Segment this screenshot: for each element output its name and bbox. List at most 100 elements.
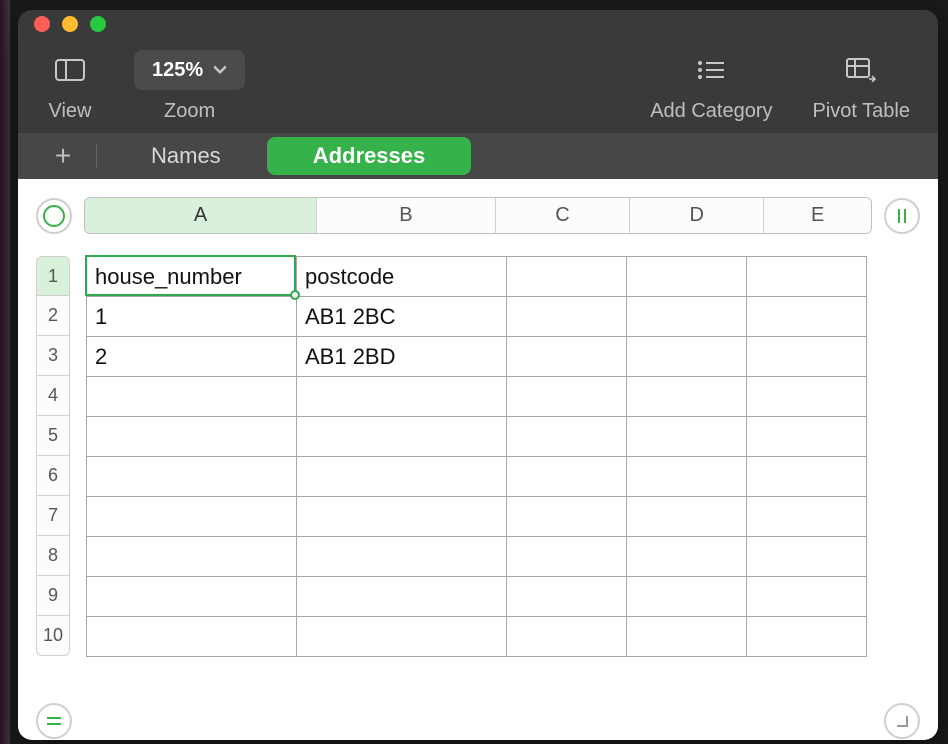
cell-E10[interactable] [747,617,867,657]
zoom-label: Zoom [164,100,215,123]
rows-icon [46,715,62,727]
cell-B1[interactable]: postcode [297,257,507,297]
corner-icon [893,712,911,730]
columns-icon [895,208,909,224]
tab-addresses[interactable]: Addresses [267,137,472,175]
window-close-button[interactable] [34,16,50,32]
pivot-label: Pivot Table [813,100,910,123]
cell-A8[interactable] [87,537,297,577]
cell-E1[interactable] [747,257,867,297]
cell-D10[interactable] [627,617,747,657]
view-label: View [49,100,92,123]
cell-D2[interactable] [627,297,747,337]
pivot-icon [846,58,876,82]
row-header-3[interactable]: 3 [36,336,70,376]
row-header-1[interactable]: 1 [36,256,70,296]
cell-C10[interactable] [507,617,627,657]
tab-separator [96,144,97,168]
cell-B10[interactable] [297,617,507,657]
row-header-10[interactable]: 10 [36,616,70,656]
cell-C7[interactable] [507,497,627,537]
row-header-6[interactable]: 6 [36,456,70,496]
add-sheet-button[interactable]: + [38,133,88,179]
view-button[interactable] [46,50,94,90]
cell-B7[interactable] [297,497,507,537]
chevron-down-icon [213,63,227,77]
cell-A5[interactable] [87,417,297,457]
cell-B5[interactable] [297,417,507,457]
cell-A4[interactable] [87,377,297,417]
cell-E2[interactable] [747,297,867,337]
row-header-7[interactable]: 7 [36,496,70,536]
cell-A3[interactable]: 2 [87,337,297,377]
cell-B2[interactable]: AB1 2BC [297,297,507,337]
cell-D1[interactable] [627,257,747,297]
cell-A1[interactable]: house_number [87,257,297,297]
tab-addresses-label: Addresses [313,143,426,169]
cell-C8[interactable] [507,537,627,577]
cells-grid: house_number postcode 1 AB1 2BC [86,256,867,657]
cell-D5[interactable] [627,417,747,457]
cell-B4[interactable] [297,377,507,417]
add-category-button[interactable] [687,50,735,90]
col-header-E[interactable]: E [764,198,871,233]
zoom-value: 125% [152,59,203,82]
cell-E5[interactable] [747,417,867,457]
cell-C3[interactable] [507,337,627,377]
resize-handle[interactable] [884,703,920,739]
cell-A7[interactable] [87,497,297,537]
tab-names-label: Names [151,143,221,169]
row-header-4[interactable]: 4 [36,376,70,416]
row-header-5[interactable]: 5 [36,416,70,456]
cell-B3[interactable]: AB1 2BD [297,337,507,377]
cell-C2[interactable] [507,297,627,337]
col-header-D[interactable]: D [630,198,764,233]
table-handle-origin[interactable] [36,198,72,234]
app-window: View 125% Zoom Add Category [18,10,938,740]
selection-handle[interactable] [290,290,300,300]
cell-A10[interactable] [87,617,297,657]
add-row-button[interactable] [36,703,72,739]
cell-D8[interactable] [627,537,747,577]
cell-C5[interactable] [507,417,627,457]
cell-A6[interactable] [87,457,297,497]
tab-names[interactable]: Names [105,133,267,179]
cell-D7[interactable] [627,497,747,537]
row-header-8[interactable]: 8 [36,536,70,576]
window-minimize-button[interactable] [62,16,78,32]
cell-E7[interactable] [747,497,867,537]
cell-C4[interactable] [507,377,627,417]
pivot-table-button[interactable] [837,50,885,90]
cell-E4[interactable] [747,377,867,417]
sheet-tabstrip: + Names Addresses [18,133,938,179]
row-header-9[interactable]: 9 [36,576,70,616]
sidebar-icon [55,59,85,81]
cell-B6[interactable] [297,457,507,497]
add-column-button[interactable] [884,198,920,234]
cell-B8[interactable] [297,537,507,577]
titlebar [18,10,938,38]
window-zoom-button[interactable] [90,16,106,32]
col-header-A[interactable]: A [85,198,317,233]
cell-A2[interactable]: 1 [87,297,297,337]
cell-D3[interactable] [627,337,747,377]
col-header-B[interactable]: B [317,198,496,233]
row-header-2[interactable]: 2 [36,296,70,336]
cell-E3[interactable] [747,337,867,377]
cell-E9[interactable] [747,577,867,617]
add-category-label: Add Category [650,100,772,123]
cell-E6[interactable] [747,457,867,497]
zoom-dropdown[interactable]: 125% [134,50,245,90]
cell-C1[interactable] [507,257,627,297]
toolbar: View 125% Zoom Add Category [18,38,938,133]
cell-D9[interactable] [627,577,747,617]
list-icon [696,59,726,81]
cell-B9[interactable] [297,577,507,617]
cell-A9[interactable] [87,577,297,617]
cell-D6[interactable] [627,457,747,497]
cell-D4[interactable] [627,377,747,417]
cell-C6[interactable] [507,457,627,497]
cell-E8[interactable] [747,537,867,577]
col-header-C[interactable]: C [496,198,630,233]
cell-C9[interactable] [507,577,627,617]
